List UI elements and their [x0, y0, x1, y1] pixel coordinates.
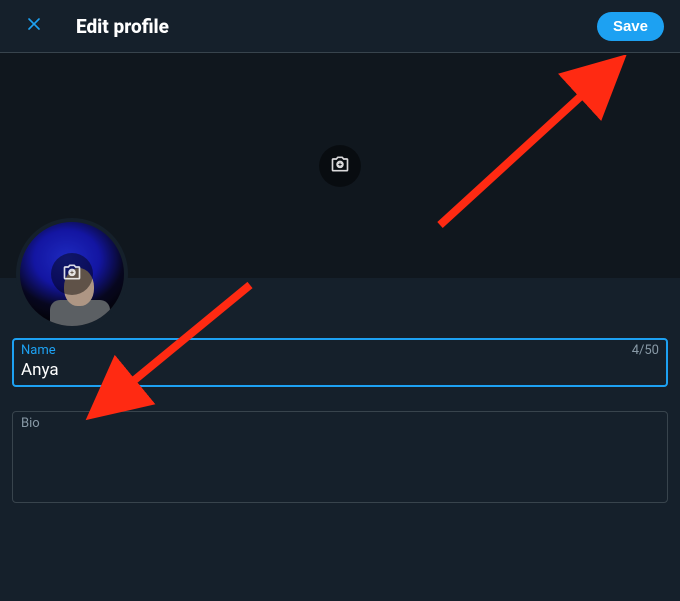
change-avatar-button[interactable]	[51, 253, 93, 295]
avatar	[16, 218, 128, 330]
camera-icon	[62, 262, 82, 286]
bio-input[interactable]	[21, 431, 659, 491]
change-banner-button[interactable]	[319, 145, 361, 187]
bio-label: Bio	[21, 416, 40, 431]
name-field[interactable]: Name 4/50	[12, 338, 668, 387]
camera-icon	[330, 154, 350, 178]
save-button[interactable]: Save	[597, 12, 664, 41]
name-input[interactable]	[21, 358, 659, 380]
avatar-container	[16, 218, 128, 330]
close-button[interactable]	[16, 8, 52, 44]
modal-header: Edit profile Save	[0, 0, 680, 53]
bio-field[interactable]: Bio	[12, 411, 668, 503]
page-title: Edit profile	[76, 15, 597, 38]
close-icon	[24, 14, 44, 38]
name-counter: 4/50	[632, 343, 659, 358]
name-label: Name	[21, 343, 56, 358]
